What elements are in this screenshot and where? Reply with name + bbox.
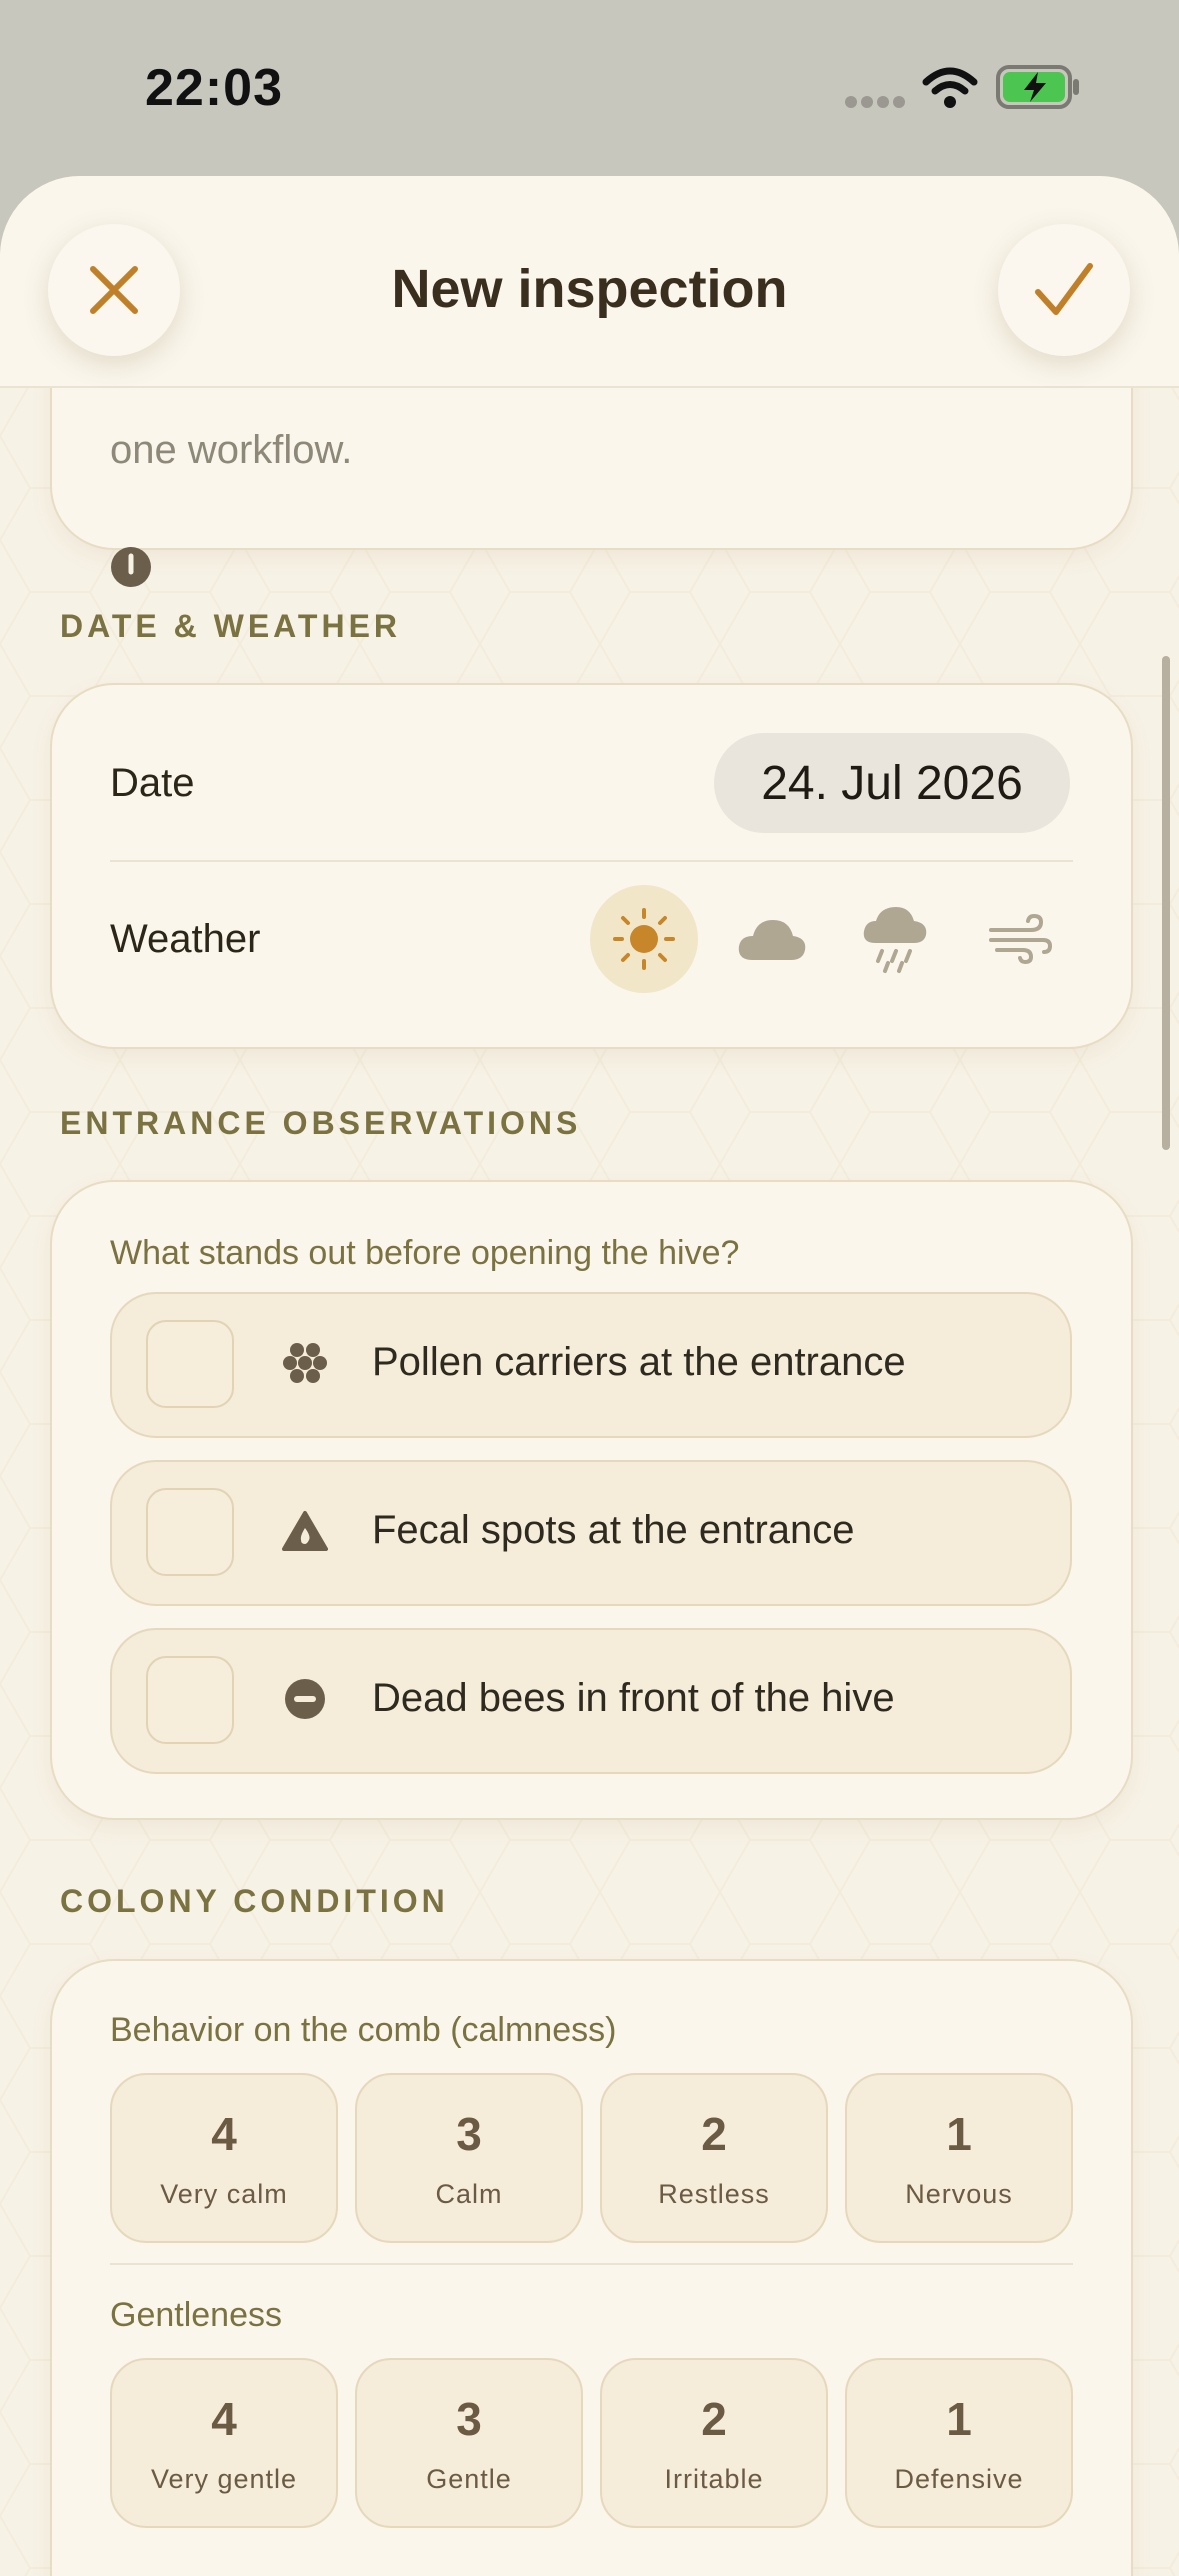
calmness-label: Behavior on the comb (calmness) [110, 2011, 617, 2049]
checkmark-icon [1035, 263, 1093, 315]
section-date-weather: DATE & WEATHER [60, 608, 402, 644]
gentleness-option-2[interactable]: 2 Irritable [600, 2358, 828, 2528]
rating-number: 2 [701, 2108, 727, 2160]
rating-label: Gentle [426, 2464, 512, 2494]
inspection-sheet: New inspection one workflow. DATE & WEAT… [0, 176, 1179, 2576]
cloud-icon [738, 920, 806, 960]
entrance-prompt: What stands out before opening the hive? [110, 1234, 740, 1272]
minus-circle-icon [282, 1676, 328, 1722]
rating-number: 3 [456, 2108, 482, 2160]
wifi-icon [922, 67, 978, 108]
rating-number: 3 [456, 2393, 482, 2445]
info-text: one workflow. [110, 428, 353, 472]
cellular-signal-icon [845, 96, 905, 108]
checkbox[interactable] [146, 1488, 234, 1576]
checkbox[interactable] [146, 1656, 234, 1744]
date-picker[interactable]: 24. Jul 2026 [714, 733, 1070, 833]
info-pin-icon [111, 547, 151, 587]
confirm-button[interactable] [998, 224, 1130, 356]
divider [110, 2263, 1073, 2265]
rating-label: Restless [658, 2179, 770, 2209]
observation-dead-bees[interactable]: Dead bees in front of the hive [110, 1628, 1072, 1774]
rating-label: Irritable [664, 2464, 764, 2494]
status-bar: 22:03 [0, 0, 1179, 180]
weather-option-rain[interactable] [842, 885, 950, 993]
entrance-card: What stands out before opening the hive?… [50, 1180, 1133, 1820]
rating-number: 1 [946, 2393, 972, 2445]
observation-fecal-spots[interactable]: Fecal spots at the entrance [110, 1460, 1072, 1606]
rain-cloud-icon [863, 907, 927, 973]
section-entrance-observations: ENTRANCE OBSERVATIONS [60, 1105, 582, 1141]
observation-pollen-carriers[interactable]: Pollen carriers at the entrance [110, 1292, 1072, 1438]
gentleness-label: Gentleness [110, 2296, 282, 2334]
weather-option-sun[interactable] [590, 885, 698, 993]
gentleness-option-4[interactable]: 4 Very gentle [110, 2358, 338, 2528]
observation-label: Dead bees in front of the hive [372, 1676, 895, 1720]
calmness-option-4[interactable]: 4 Very calm [110, 2073, 338, 2243]
date-label: Date [110, 761, 195, 805]
observation-label: Pollen carriers at the entrance [372, 1340, 906, 1384]
date-weather-card: Date 24. Jul 2026 Weather [50, 683, 1133, 1049]
battery-charging-icon [996, 65, 1079, 109]
status-time: 22:03 [145, 59, 283, 117]
rating-number: 1 [946, 2108, 972, 2160]
rating-label: Defensive [894, 2464, 1024, 2494]
gentleness-option-1[interactable]: 1 Defensive [845, 2358, 1073, 2528]
rating-number: 4 [211, 2108, 237, 2160]
wind-icon [989, 913, 1053, 965]
rating-label: Very calm [160, 2179, 288, 2209]
rating-number: 2 [701, 2393, 727, 2445]
weather-option-wind[interactable] [966, 885, 1074, 993]
section-colony-condition: COLONY CONDITION [60, 1883, 449, 1919]
divider [110, 860, 1073, 862]
drop-triangle-icon [282, 1508, 328, 1554]
rating-label: Calm [435, 2179, 503, 2209]
weather-label: Weather [110, 917, 261, 961]
scrollbar[interactable] [1162, 656, 1170, 1150]
nav-bar: New inspection [0, 176, 1179, 388]
rating-label: Very gentle [150, 2464, 298, 2494]
rating-number: 4 [211, 2393, 237, 2445]
pollen-icon [282, 1340, 328, 1386]
observation-label: Fecal spots at the entrance [372, 1508, 855, 1552]
calmness-option-2[interactable]: 2 Restless [600, 2073, 828, 2243]
weather-option-cloud[interactable] [718, 885, 826, 993]
sun-icon [613, 908, 675, 970]
calmness-option-3[interactable]: 3 Calm [355, 2073, 583, 2243]
gentleness-option-3[interactable]: 3 Gentle [355, 2358, 583, 2528]
checkbox[interactable] [146, 1320, 234, 1408]
colony-card: Behavior on the comb (calmness) 4 Very c… [50, 1959, 1133, 2576]
calmness-option-1[interactable]: 1 Nervous [845, 2073, 1073, 2243]
rating-label: Nervous [905, 2179, 1013, 2209]
